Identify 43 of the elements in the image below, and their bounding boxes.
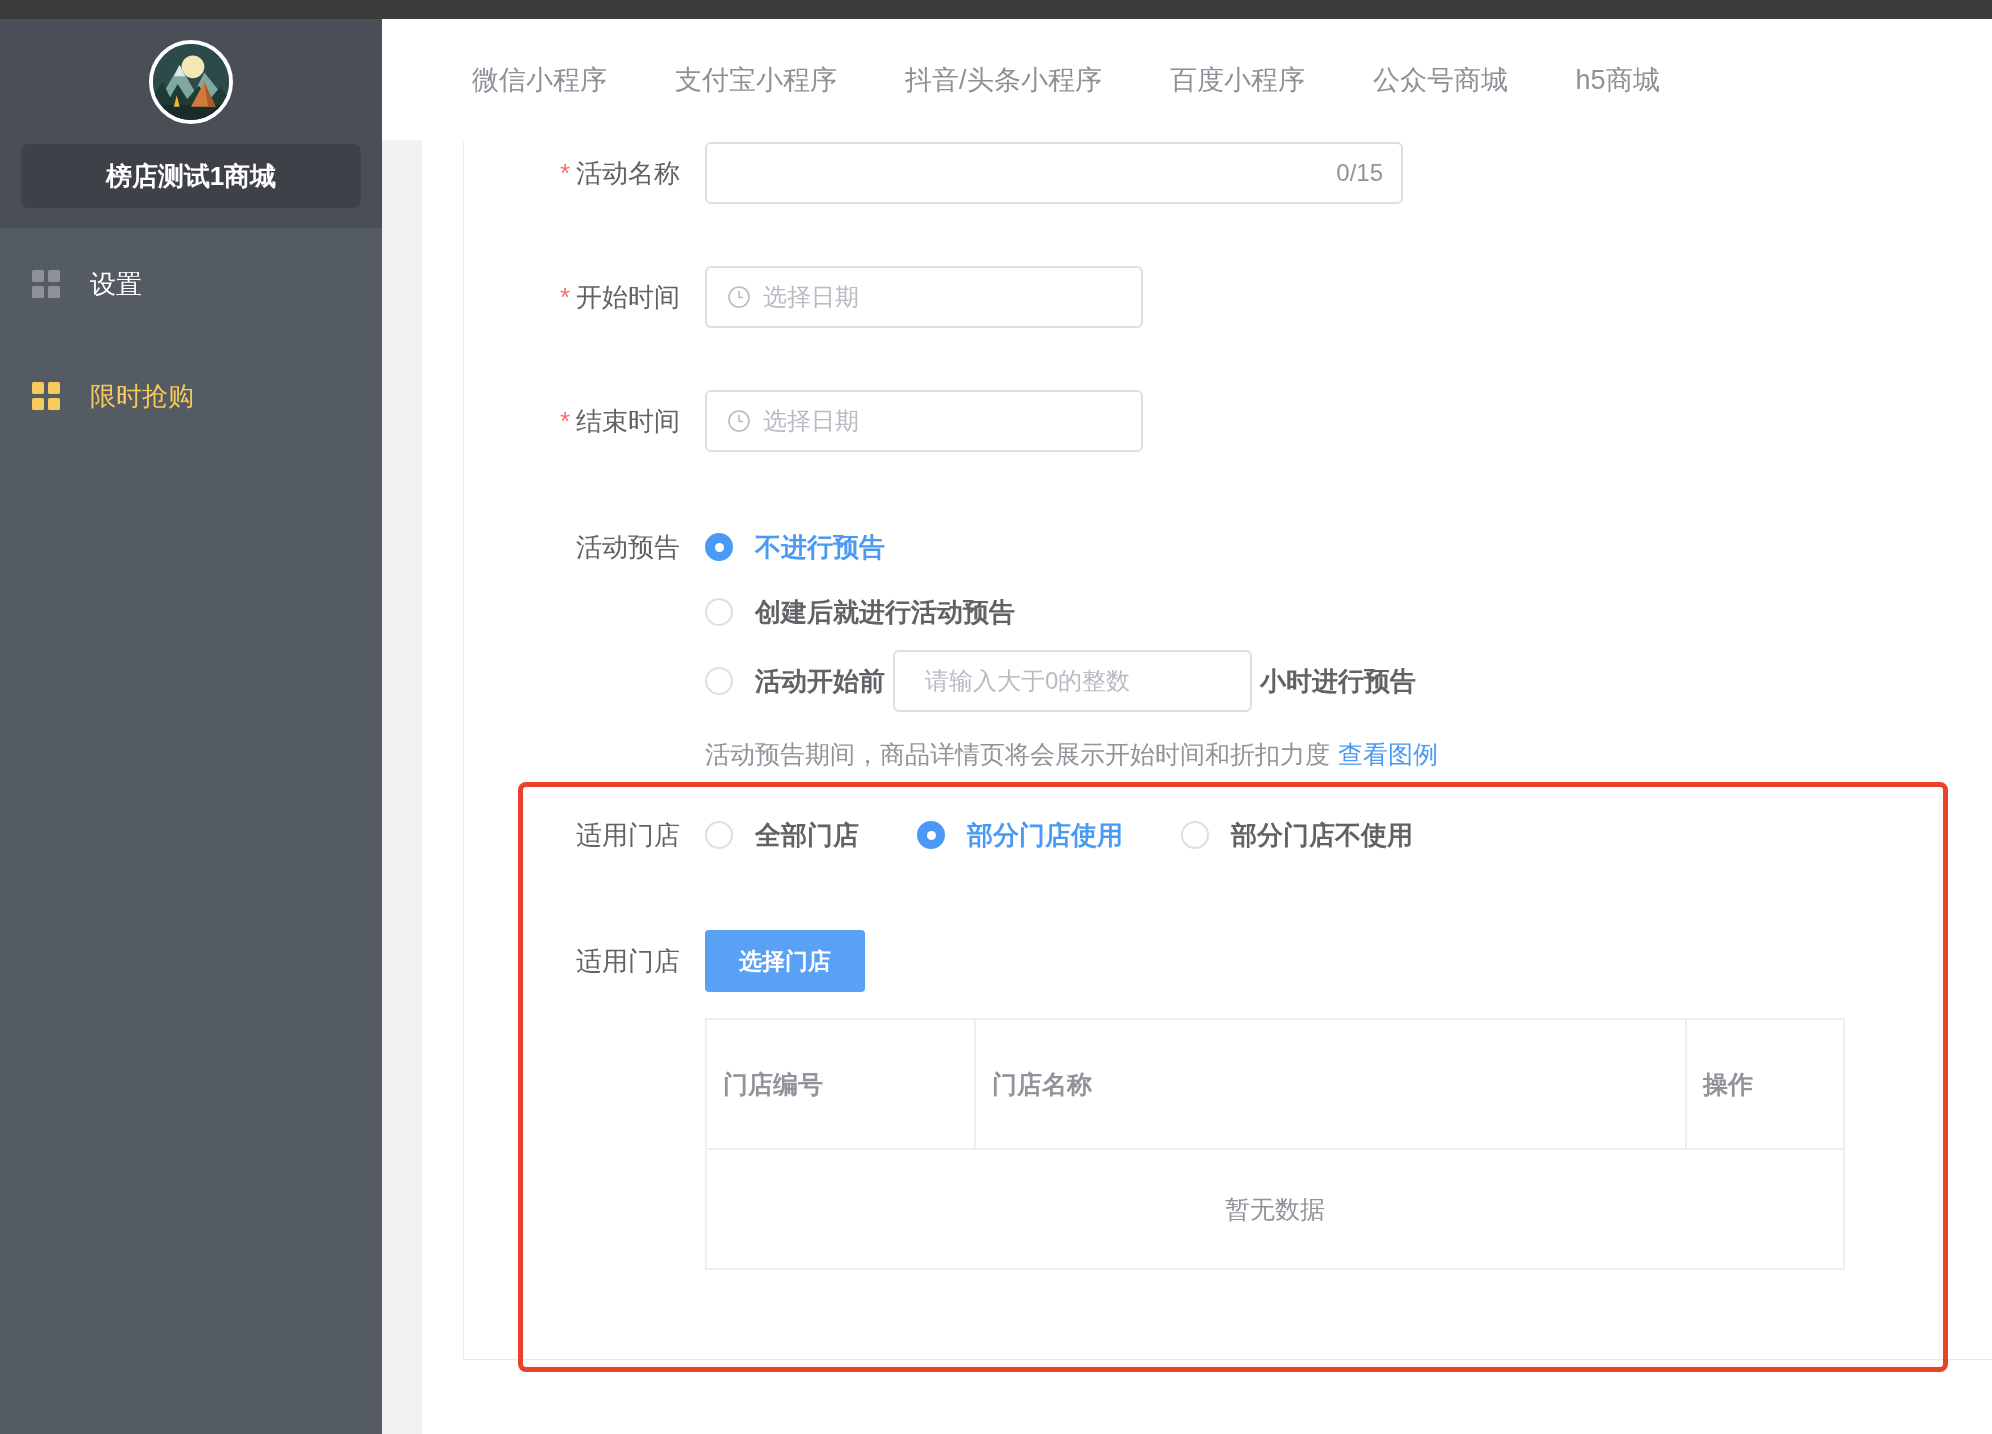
column-header: 门店编号	[722, 1068, 824, 1100]
date-field[interactable]: 选择日期	[705, 266, 1143, 328]
platform-tab[interactable]: 抖音/头条小程序	[905, 61, 1102, 98]
hours-field[interactable]: 请输入大于0的整数	[893, 650, 1252, 712]
date-field[interactable]: 选择日期	[705, 390, 1143, 452]
required-mark: *	[559, 157, 570, 189]
radio-icon[interactable]	[917, 821, 945, 849]
radio-option[interactable]: 活动开始前	[705, 663, 885, 699]
platform-tab[interactable]: 公众号商城	[1372, 61, 1508, 98]
column-header: 操作	[1685, 1020, 1843, 1148]
char-counter: 0/15	[1336, 159, 1383, 187]
radio-option[interactable]: 全部门店	[705, 817, 859, 853]
field-label: 适用门店	[576, 944, 680, 978]
empty-text: 暂无数据	[1225, 1193, 1325, 1225]
field-label: 活动预告	[576, 530, 680, 564]
select-store-button[interactable]: 选择门店	[705, 930, 865, 992]
radio-option[interactable]: 部分门店不使用	[1181, 817, 1413, 853]
required-mark: *	[559, 281, 570, 313]
shop-name: 榜店测试1商城	[21, 144, 361, 208]
platform-tab[interactable]: 百度小程序	[1169, 61, 1305, 98]
clock-icon	[727, 409, 751, 433]
column-header: 门店名称	[974, 1020, 1685, 1148]
field-label: 适用门店	[576, 818, 680, 852]
grid-icon	[32, 270, 60, 298]
menu-item[interactable]: 设置	[0, 228, 382, 340]
radio-option[interactable]: 不进行预告	[705, 529, 885, 565]
platform-tab[interactable]: h5商城	[1575, 61, 1660, 98]
required-mark: *	[559, 405, 570, 437]
clock-icon	[727, 285, 751, 309]
radio-icon[interactable]	[705, 533, 733, 561]
hint-text: 活动预告期间，商品详情页将会展示开始时间和折扣力度 查看图例	[705, 735, 1438, 773]
field-label: 开始时间	[576, 280, 680, 314]
grid-icon	[32, 382, 60, 410]
menu-item[interactable]: 限时抢购	[0, 340, 382, 452]
platform-tab[interactable]: 微信小程序	[472, 61, 607, 98]
platform-tab[interactable]: 支付宝小程序	[675, 61, 837, 98]
field-label: 活动名称	[576, 156, 680, 190]
option-suffix: 小时进行预告	[1260, 664, 1416, 698]
example-link[interactable]: 查看图例	[1338, 737, 1438, 771]
radio-option[interactable]: 创建后就进行活动预告	[705, 594, 1015, 630]
radio-option[interactable]: 部分门店使用	[917, 817, 1123, 853]
name-field[interactable]: 0/15	[705, 142, 1403, 204]
field-label: 结束时间	[576, 404, 680, 438]
